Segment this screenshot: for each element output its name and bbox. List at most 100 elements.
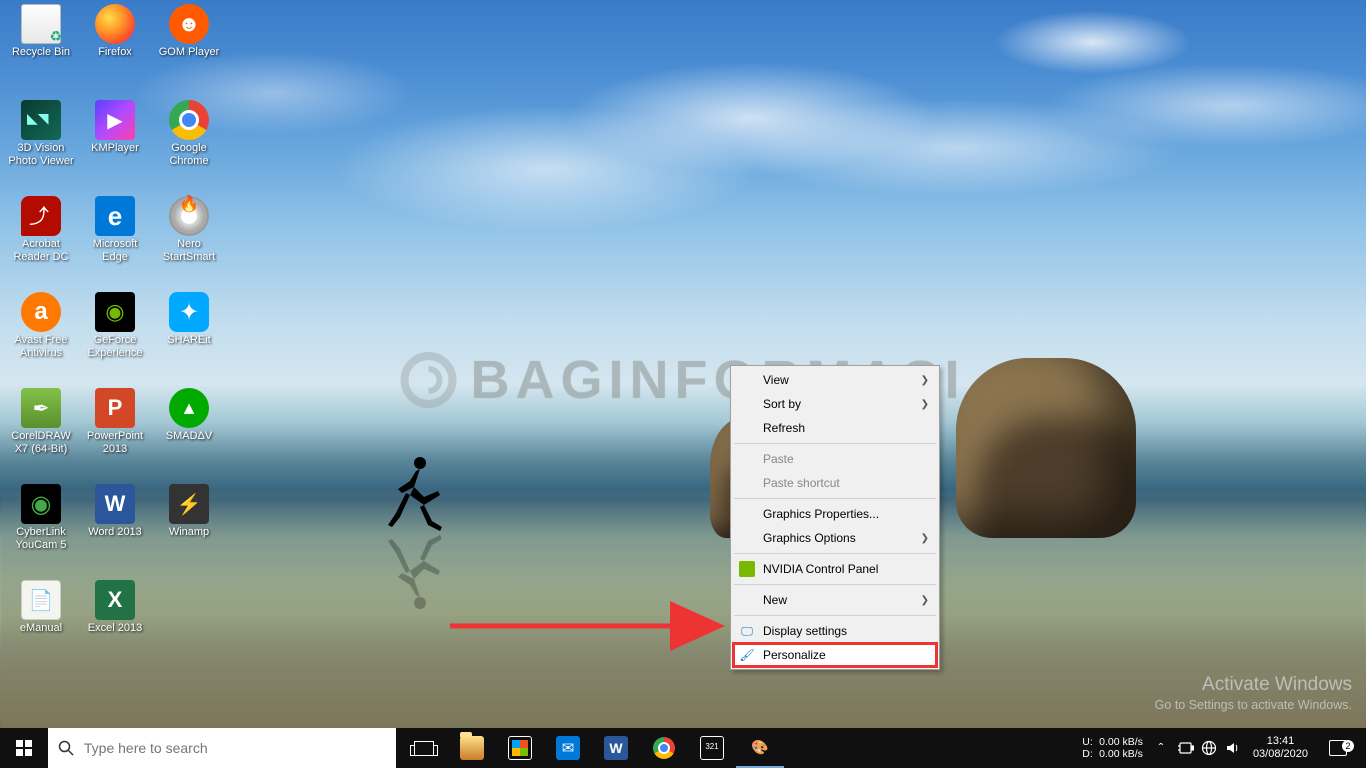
context-menu-item-label: Graphics Options (763, 531, 856, 545)
desktop-icon[interactable]: Firefox (78, 4, 152, 59)
desktop-icon[interactable]: CyberLink YouCam 5 (4, 484, 78, 552)
windows-logo-icon (16, 740, 32, 756)
app-icon (169, 484, 209, 524)
activate-windows-watermark: Activate Windows Go to Settings to activ… (1155, 674, 1352, 712)
desktop-icon[interactable]: eManual (4, 580, 78, 635)
mail-icon (556, 736, 580, 760)
desktop-icon[interactable]: KMPlayer (78, 100, 152, 155)
context-menu-item-label: Display settings (763, 624, 847, 638)
app-icon (21, 4, 61, 44)
netspeed-up-label: U: (1082, 736, 1096, 748)
app-icon (95, 484, 135, 524)
taskbar-app-file-explorer[interactable] (448, 728, 496, 768)
desktop-icon-label: Firefox (98, 46, 132, 59)
context-menu-item[interactable]: Refresh (733, 416, 937, 440)
action-center-button[interactable]: 2 (1316, 740, 1360, 756)
context-menu-item[interactable]: Graphics Options ❯ (733, 526, 937, 550)
netspeed-down-label: D: (1082, 748, 1096, 760)
desktop-icon[interactable]: GeForce Experience (78, 292, 152, 360)
context-menu-separator (734, 443, 936, 444)
taskbar-app-paint[interactable]: 🎨 (736, 728, 784, 768)
submenu-arrow-icon: ❯ (921, 533, 929, 544)
desktop-icon[interactable]: Excel 2013 (78, 580, 152, 635)
desktop-icon-label: SHAREit (167, 334, 210, 347)
personalize-icon: 🖌 (739, 647, 755, 663)
desktop-icon[interactable]: Word 2013 (78, 484, 152, 539)
context-menu-item-label: Refresh (763, 421, 805, 435)
app-icon (169, 292, 209, 332)
activate-subtitle: Go to Settings to activate Windows. (1155, 698, 1352, 712)
desktop-icon[interactable]: SHAREit (152, 292, 226, 347)
context-menu-separator (734, 553, 936, 554)
desktop-icon-label: GeForce Experience (79, 334, 151, 360)
context-menu-item[interactable]: Graphics Properties... (733, 502, 937, 526)
word-icon (604, 736, 628, 760)
taskbar-date: 03/08/2020 (1253, 748, 1308, 761)
task-view-button[interactable] (400, 728, 448, 768)
app-icon (21, 580, 61, 620)
context-menu-item[interactable]: 🖌 Personalize (733, 643, 937, 667)
app-icon (169, 100, 209, 140)
tray-battery-icon[interactable] (1173, 742, 1197, 754)
desktop-icon[interactable]: Microsoft Edge (78, 196, 152, 264)
taskbar-app-mail[interactable] (544, 728, 592, 768)
desktop-icon[interactable]: Nero StartSmart (152, 196, 226, 264)
context-menu-item-label: Paste (763, 452, 794, 466)
taskbar-app-chrome[interactable] (640, 728, 688, 768)
desktop-icon[interactable]: Acrobat Reader DC (4, 196, 78, 264)
search-input[interactable] (84, 740, 396, 756)
desktop-icon[interactable]: Winamp (152, 484, 226, 539)
context-menu-item-label: Paste shortcut (763, 476, 840, 490)
context-menu-item-label: Personalize (763, 648, 826, 662)
desktop-icon-label: GOM Player (159, 46, 220, 59)
desktop-icon[interactable]: 3D Vision Photo Viewer (4, 100, 78, 168)
desktop-icon-label: Avast Free Antivirus (5, 334, 77, 360)
taskbar-tray: U: 0.00 kB/s D: 0.00 kB/s ˆ 13:41 03/08/… (1076, 728, 1366, 768)
taskbar-search[interactable] (48, 728, 396, 768)
taskbar-time: 13:41 (1253, 735, 1308, 748)
context-menu-item-label: NVIDIA Control Panel (763, 562, 878, 576)
desktop-icon-label: PowerPoint 2013 (79, 430, 151, 456)
desktop-icon-label: CyberLink YouCam 5 (5, 526, 77, 552)
taskbar-app-word[interactable] (592, 728, 640, 768)
tray-overflow-button[interactable]: ˆ (1149, 740, 1173, 756)
app-icon (95, 388, 135, 428)
desktop-icon-label: Google Chrome (153, 142, 225, 168)
search-icon (48, 740, 84, 756)
desktop-icon[interactable]: SMADΔV (152, 388, 226, 443)
context-menu-separator (734, 498, 936, 499)
context-menu-item[interactable]: View ❯ (733, 368, 937, 392)
submenu-arrow-icon: ❯ (921, 375, 929, 386)
context-menu-item[interactable]: 🖵Display settings (733, 619, 937, 643)
context-menu-item-label: New (763, 593, 787, 607)
notification-badge: 2 (1342, 740, 1354, 752)
tray-volume-icon[interactable] (1221, 740, 1245, 756)
submenu-arrow-icon: ❯ (921, 399, 929, 410)
desktop-icon[interactable]: CorelDRAW X7 (64-Bit) (4, 388, 78, 456)
netspeed-down-value: 0.00 kB/s (1099, 748, 1143, 760)
context-menu-item-label: Graphics Properties... (763, 507, 879, 521)
network-speed-indicator[interactable]: U: 0.00 kB/s D: 0.00 kB/s (1076, 736, 1149, 760)
desktop-icon-label: Word 2013 (88, 526, 142, 539)
desktop-icon[interactable]: ☻GOM Player (152, 4, 226, 59)
taskbar-clock[interactable]: 13:41 03/08/2020 (1245, 735, 1316, 761)
context-menu-item[interactable]: Sort by ❯ (733, 392, 937, 416)
tray-network-icon[interactable] (1197, 740, 1221, 756)
app-icon (21, 100, 61, 140)
desktop-icon-label: Acrobat Reader DC (5, 238, 77, 264)
context-menu-item-label: View (763, 373, 789, 387)
context-menu-separator (734, 615, 936, 616)
context-menu-item[interactable]: NVIDIA Control Panel (733, 557, 937, 581)
desktop-icon[interactable]: PowerPoint 2013 (78, 388, 152, 456)
context-menu-item[interactable]: New❯ (733, 588, 937, 612)
taskbar-app-store[interactable] (496, 728, 544, 768)
desktop-icon[interactable]: Avast Free Antivirus (4, 292, 78, 360)
desktop-icon-label: Excel 2013 (88, 622, 142, 635)
desktop-icon[interactable]: Recycle Bin (4, 4, 78, 59)
desktop-icon[interactable]: Google Chrome (152, 100, 226, 168)
taskbar-app-media-player[interactable] (688, 728, 736, 768)
taskbar: 🎨 U: 0.00 kB/s D: 0.00 kB/s ˆ 13:41 03/0… (0, 728, 1366, 768)
context-menu-item: Paste (733, 447, 937, 471)
start-button[interactable] (0, 728, 48, 768)
context-menu-item-label: Sort by (763, 397, 801, 411)
